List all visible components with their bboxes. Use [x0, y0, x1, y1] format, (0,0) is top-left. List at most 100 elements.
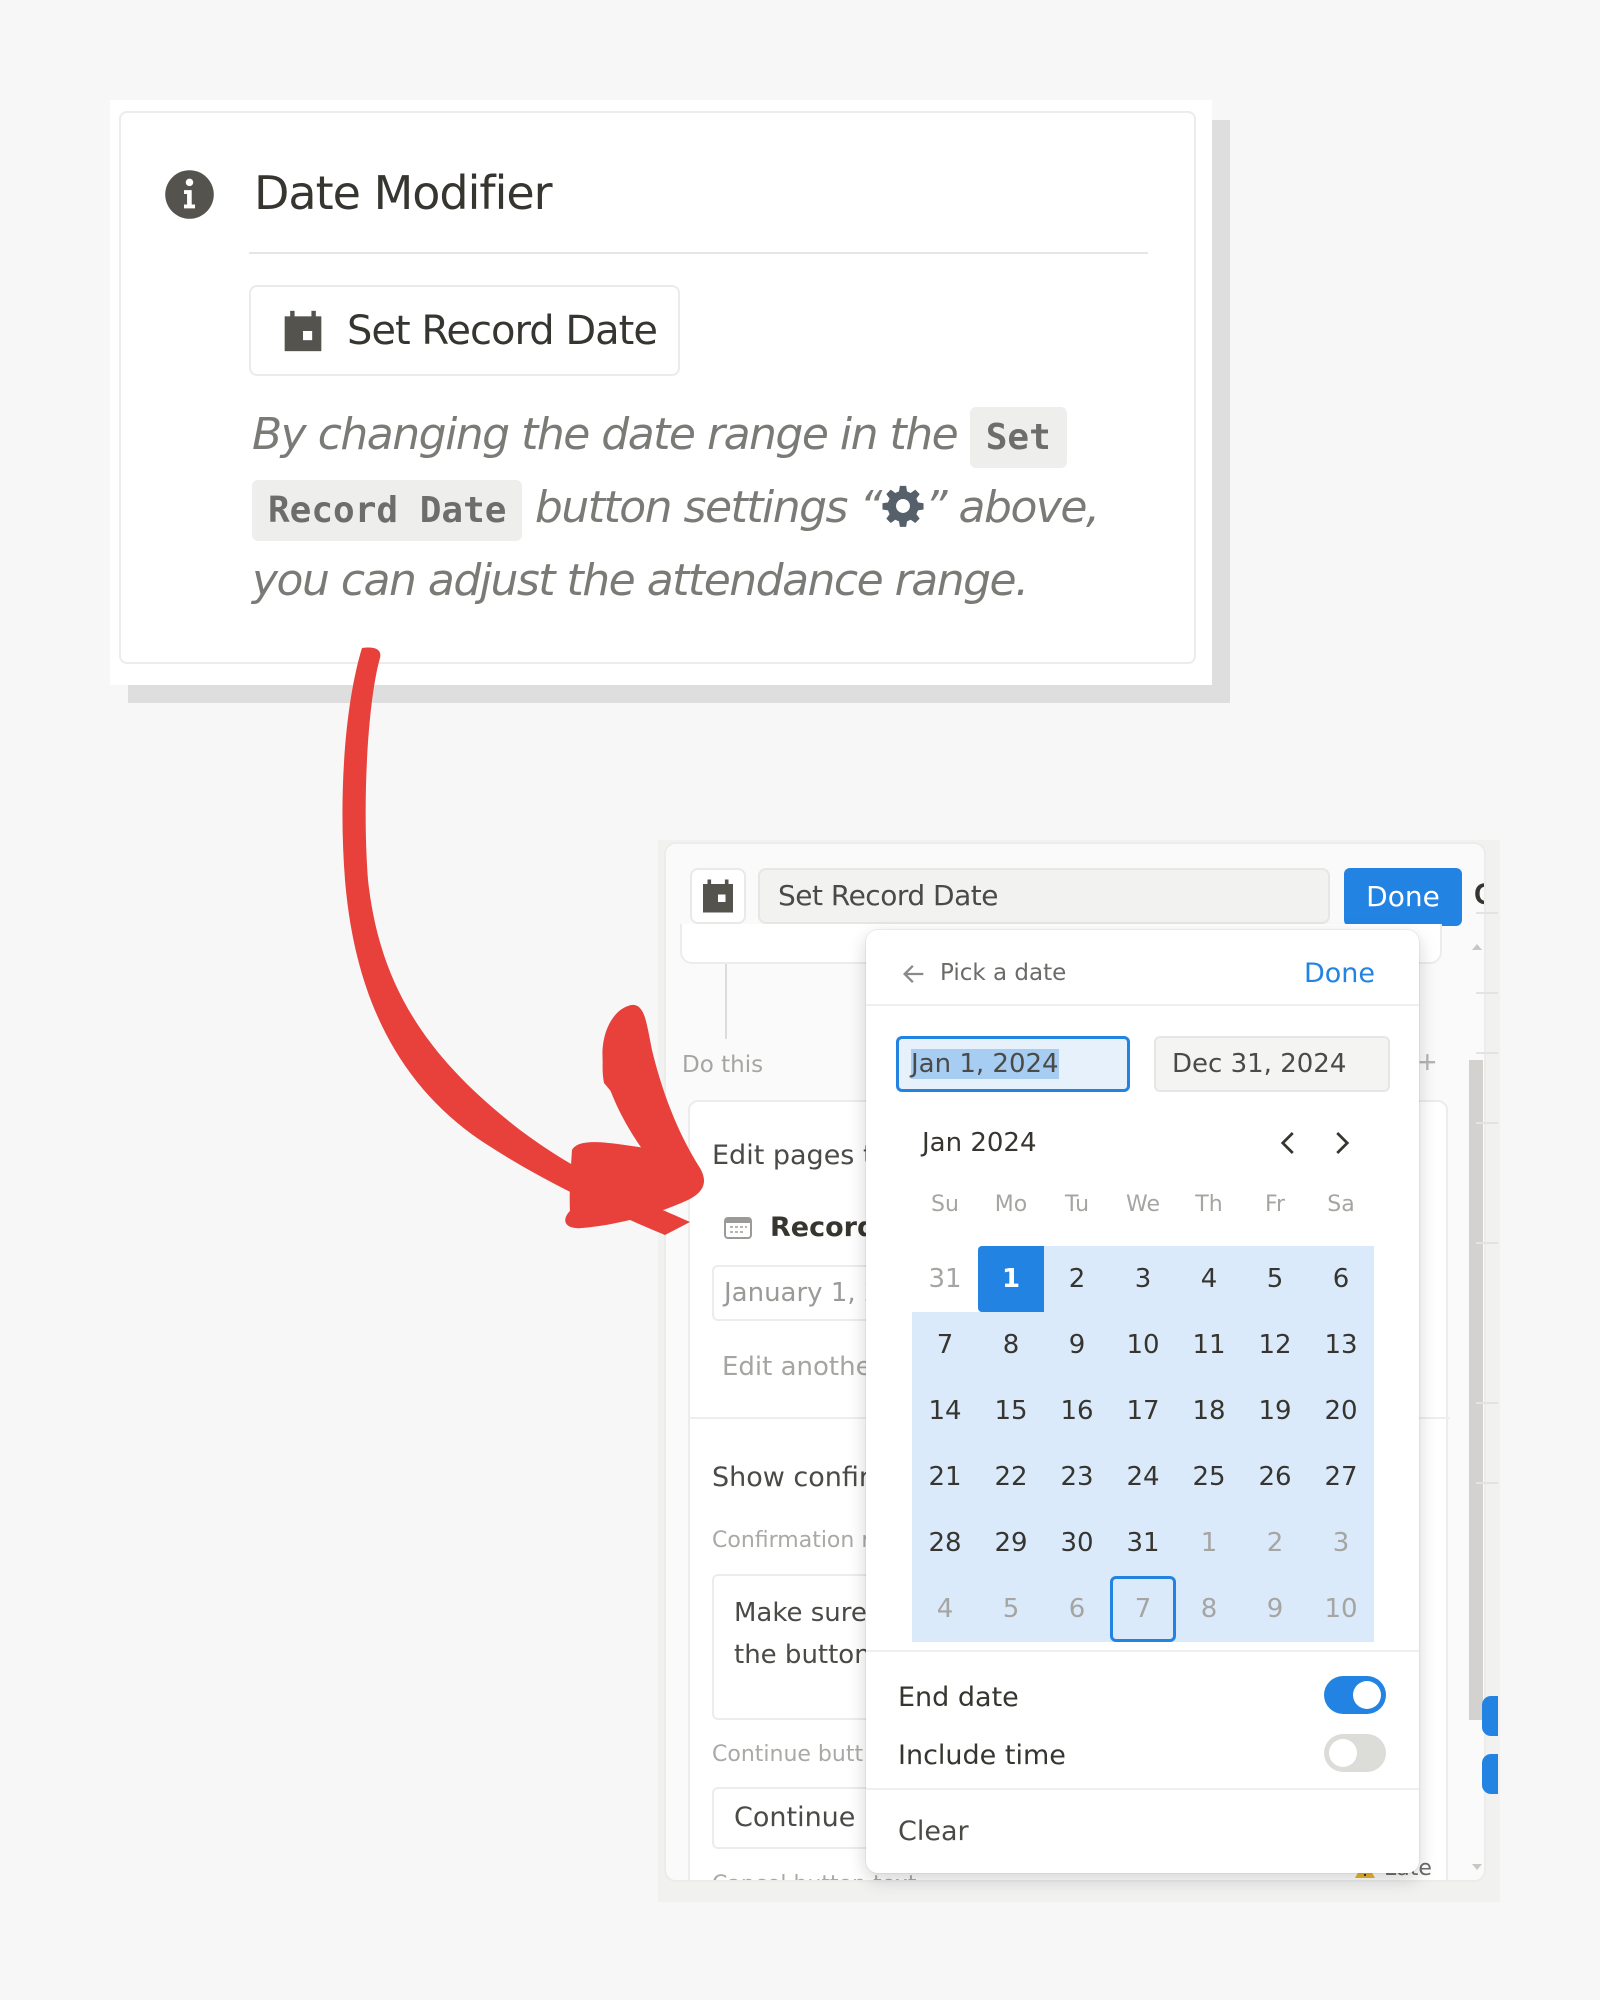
calendar-day[interactable]: 14 — [912, 1378, 978, 1444]
set-record-date-button[interactable]: Set Record Date — [249, 285, 680, 376]
calendar-day[interactable]: 22 — [978, 1444, 1044, 1510]
avatar-icon — [1482, 1696, 1498, 1736]
calendar-day-today[interactable]: 7 — [1110, 1576, 1176, 1642]
weekday-label: We — [1126, 1192, 1160, 1217]
property-label: Record — [770, 1212, 877, 1243]
code-span-set: Set — [969, 407, 1067, 468]
cancel-button-label: Cancel button text — [712, 1872, 917, 1880]
calendar-day[interactable]: 20 — [1308, 1378, 1374, 1444]
calendar-day[interactable]: 8 — [978, 1312, 1044, 1378]
icon-picker-button[interactable] — [690, 868, 746, 924]
calendar-icon — [703, 879, 733, 913]
calendar-day[interactable]: 15 — [978, 1378, 1044, 1444]
calendar-day[interactable]: 28 — [912, 1510, 978, 1576]
calendar-day[interactable]: 23 — [1044, 1444, 1110, 1510]
avatar-icon — [1482, 1754, 1498, 1794]
description-text: By changing the date range in the Set Re… — [252, 400, 1152, 616]
calendar-day[interactable]: 5 — [978, 1576, 1044, 1642]
action-title: Edit pages th — [712, 1140, 891, 1171]
card-title: Date Modifier — [254, 166, 553, 220]
calendar-day[interactable]: 4 — [1176, 1246, 1242, 1312]
calendar-day[interactable]: 17 — [1110, 1378, 1176, 1444]
weekday-label: Tu — [1064, 1192, 1090, 1217]
picker-title: Pick a date — [940, 960, 1067, 986]
calendar-day[interactable]: 21 — [912, 1444, 978, 1510]
flow-connector — [725, 964, 727, 1039]
calendar-day[interactable]: 7 — [912, 1312, 978, 1378]
calendar-day[interactable]: 10 — [1308, 1576, 1374, 1642]
calendar-day[interactable]: 19 — [1242, 1378, 1308, 1444]
include-time-toggle[interactable] — [1324, 1734, 1386, 1772]
arrow-shaft — [342, 647, 690, 1235]
calendar-day[interactable]: 2 — [1044, 1246, 1110, 1312]
background-page-edge — [1476, 842, 1498, 1882]
calendar-day[interactable]: 27 — [1308, 1444, 1374, 1510]
calendar-day[interactable]: 24 — [1110, 1444, 1176, 1510]
calendar-icon — [284, 310, 322, 351]
record-property[interactable]: Record — [724, 1212, 876, 1243]
calendar-day[interactable]: 8 — [1176, 1576, 1242, 1642]
calendar-day[interactable]: 9 — [1044, 1312, 1110, 1378]
add-action-icon[interactable]: + — [1418, 1044, 1437, 1081]
calendar-day[interactable]: 31 — [912, 1246, 978, 1312]
picker-done-button[interactable]: Done — [1304, 958, 1375, 989]
weekday-label: Su — [931, 1192, 959, 1217]
end-date-toggle[interactable] — [1324, 1676, 1386, 1714]
calendar-day[interactable]: 6 — [1044, 1576, 1110, 1642]
show-confirmation-label: Show confirn — [712, 1462, 887, 1493]
calendar-day[interactable]: 1 — [1176, 1510, 1242, 1576]
calendar-day[interactable]: 10 — [1110, 1312, 1176, 1378]
calendar-day-selected[interactable]: 1 — [978, 1246, 1044, 1312]
description-part: you can adjust the attendance range. — [252, 555, 1029, 606]
info-circle-icon — [165, 170, 214, 219]
start-date-input[interactable]: Jan 1, 2024 — [896, 1036, 1130, 1092]
calendar-property-icon — [724, 1216, 752, 1239]
description-part: ” above, — [924, 482, 1100, 533]
gear-icon — [882, 485, 924, 527]
calendar-day[interactable]: 26 — [1242, 1444, 1308, 1510]
confirmation-message-label: Confirmation r — [712, 1528, 871, 1553]
continue-button-label: Continue butt — [712, 1742, 864, 1767]
calendar-day[interactable]: 29 — [978, 1510, 1044, 1576]
start-date-value: Jan 1, 2024 — [911, 1049, 1059, 1079]
calendar-day[interactable]: 18 — [1176, 1378, 1242, 1444]
weekday-header: Su Mo Tu We Th Fr Sa — [912, 1180, 1374, 1230]
weekday-label: Th — [1195, 1192, 1223, 1217]
chevron-left-icon[interactable] — [1274, 1126, 1304, 1160]
calendar-day[interactable]: 9 — [1242, 1576, 1308, 1642]
picker-divider — [866, 1788, 1419, 1790]
calendar-day[interactable]: 3 — [1110, 1246, 1176, 1312]
title-divider — [249, 252, 1148, 254]
do-this-label: Do this — [682, 1052, 764, 1078]
calendar-day[interactable]: 13 — [1308, 1312, 1374, 1378]
calendar-day[interactable]: 3 — [1308, 1510, 1374, 1576]
toggle-knob — [1329, 1739, 1357, 1767]
picker-divider — [866, 1650, 1419, 1652]
calendar-day[interactable]: 25 — [1176, 1444, 1242, 1510]
description-part: By changing the date range in the — [252, 409, 970, 460]
calendar-day[interactable]: 6 — [1308, 1246, 1374, 1312]
edit-another-button[interactable]: Edit another — [722, 1352, 882, 1382]
calendar-day[interactable]: 2 — [1242, 1510, 1308, 1576]
code-span-record-date: Record Date — [252, 480, 523, 541]
calendar-day[interactable]: 11 — [1176, 1312, 1242, 1378]
calendar-day[interactable]: 30 — [1044, 1510, 1110, 1576]
weekday-label: Fr — [1264, 1192, 1286, 1217]
weekday-label: Sa — [1327, 1192, 1355, 1217]
calendar-day[interactable]: 4 — [912, 1576, 978, 1642]
calendar-grid: Su Mo Tu We Th Fr Sa 31 1 2 3 4 5 6 7 8 9 10 11 12 13 14 15 16… — [912, 1180, 1374, 1642]
editor-done-button[interactable]: Done — [1344, 868, 1462, 926]
end-date-input[interactable]: Dec 31, 2024 — [1154, 1036, 1390, 1092]
chevron-right-icon[interactable] — [1326, 1126, 1356, 1160]
calendar-day[interactable]: 5 — [1242, 1246, 1308, 1312]
calendar-day[interactable]: 31 — [1110, 1510, 1176, 1576]
include-time-label: Include time — [898, 1740, 1066, 1771]
button-name-input[interactable]: Set Record Date — [758, 868, 1330, 924]
set-record-date-label: Set Record Date — [347, 307, 658, 354]
back-arrow-icon[interactable] — [900, 960, 928, 988]
date-picker-popup: Pick a date Done Jan 1, 2024 Dec 31, 202… — [866, 930, 1419, 1873]
calendar-day[interactable]: 16 — [1044, 1378, 1110, 1444]
calendar-days: 31 1 2 3 4 5 6 7 8 9 10 11 12 13 14 15 16 17 18 19 20 21 22 23 2… — [912, 1246, 1374, 1642]
calendar-day[interactable]: 12 — [1242, 1312, 1308, 1378]
clear-button[interactable]: Clear — [898, 1816, 969, 1847]
